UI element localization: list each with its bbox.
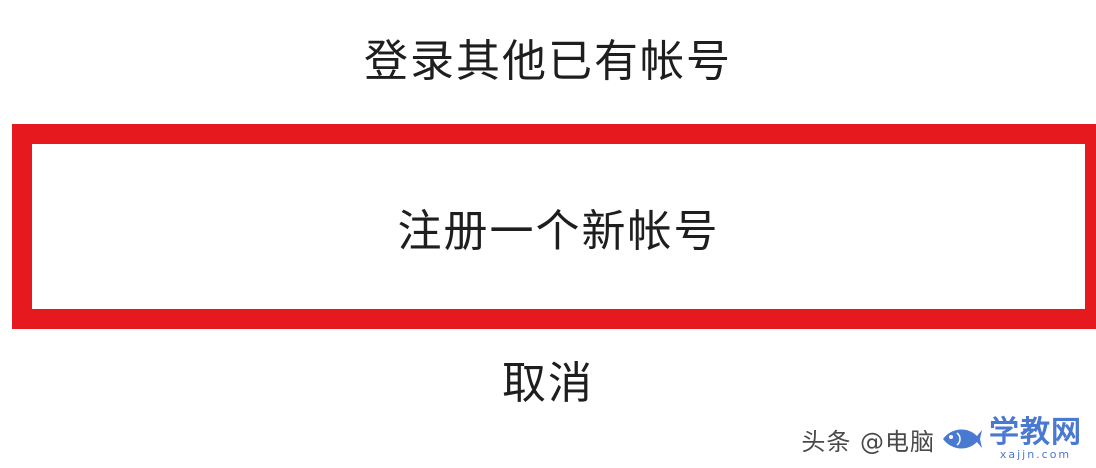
- fish-logo-icon: [943, 429, 982, 449]
- watermark-source-text: 头条 @电脑: [801, 427, 935, 456]
- watermark-logo: 学教网 xajjn.com: [989, 415, 1082, 461]
- action-sheet: 登录其他已有帐号 注册一个新帐号 取消 头条 @电脑 学教网 xajjn.com: [0, 0, 1096, 468]
- watermark: 头条 @电脑 学教网 xajjn.com: [801, 415, 1082, 461]
- login-existing-account-option[interactable]: 登录其他已有帐号: [0, 30, 1096, 94]
- watermark-logo-domain: xajjn.com: [999, 448, 1072, 461]
- register-highlight-frame: 注册一个新帐号: [12, 124, 1096, 329]
- cancel-option[interactable]: 取消: [0, 352, 1096, 416]
- watermark-logo-text: 学教网: [989, 415, 1082, 450]
- register-new-account-option[interactable]: 注册一个新帐号: [32, 144, 1085, 309]
